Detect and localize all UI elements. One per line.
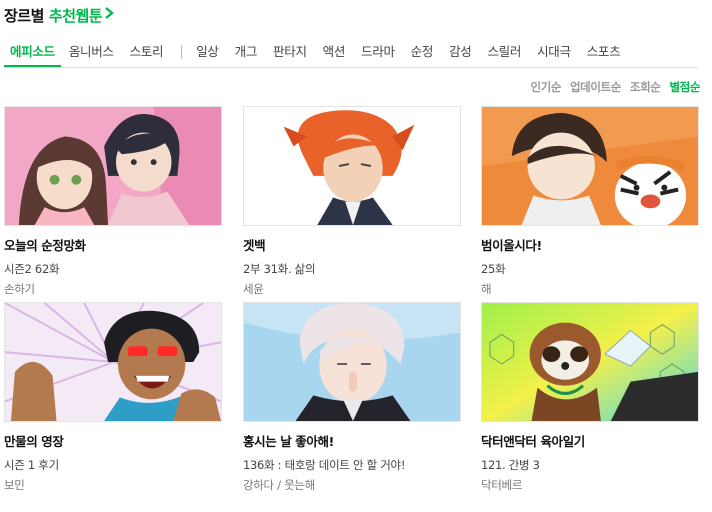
tab-sensibility[interactable]: 감성: [441, 36, 479, 67]
webtoon-author: 해: [481, 282, 492, 296]
section-title: 장르별: [4, 6, 44, 25]
webtoon-author: 보민: [4, 478, 25, 492]
webtoon-author: 닥터베르: [481, 478, 523, 492]
tab-action[interactable]: 액션: [315, 36, 353, 67]
tab-story[interactable]: 스토리: [122, 36, 172, 67]
tab-thriller[interactable]: 스릴러: [479, 36, 529, 67]
sort-options: 인기순 업데이트순 조회순 별점순: [521, 79, 700, 95]
tab-comedy[interactable]: 개그: [227, 36, 265, 67]
webtoon-thumbnail[interactable]: [4, 106, 222, 226]
tab-omnibus[interactable]: 옴니버스: [61, 36, 122, 67]
tab-daily[interactable]: 일상: [188, 36, 226, 67]
webtoon-thumbnail[interactable]: [243, 302, 461, 422]
webtoon-thumbnail[interactable]: [4, 302, 222, 422]
sort-popular[interactable]: 인기순: [530, 79, 561, 95]
webtoon-episode: 25화: [481, 262, 506, 276]
tab-sports[interactable]: 스포츠: [579, 36, 629, 67]
genre-tab-bar: 에피소드 옴니버스 스토리 일상 개그 판타지 액션 드라마 순정 감성 스릴러…: [4, 36, 698, 68]
webtoon-thumbnail[interactable]: [243, 106, 461, 226]
webtoon-episode: 2부 31화. 삶의: [243, 262, 316, 276]
recommend-webtoon-link[interactable]: 추천웹툰: [49, 5, 103, 26]
tab-drama[interactable]: 드라마: [353, 36, 403, 67]
webtoon-title[interactable]: 겟백: [243, 235, 461, 254]
webtoon-card[interactable]: 겟백 2부 31화. 삶의 세윤: [243, 106, 461, 297]
webtoon-card[interactable]: 홍시는 날 좋아해! 136화 : 태호랑 데이트 안 할 거야! 강하다 / …: [243, 302, 461, 493]
webtoon-title[interactable]: 범이올시다!: [481, 235, 699, 254]
webtoon-card[interactable]: 범이올시다! 25화 해: [481, 106, 699, 297]
chevron-right-icon[interactable]: [104, 6, 114, 24]
webtoon-title[interactable]: 닥터앤닥터 육아일기: [481, 431, 699, 450]
sort-updated[interactable]: 업데이트순: [570, 79, 621, 95]
webtoon-thumbnail[interactable]: [481, 106, 699, 226]
webtoon-title[interactable]: 홍시는 날 좋아해!: [243, 431, 461, 450]
sort-rating[interactable]: 별점순: [669, 79, 700, 95]
webtoon-episode: 121. 간병 3: [481, 458, 540, 472]
sort-views[interactable]: 조회순: [630, 79, 661, 95]
webtoon-episode: 136화 : 태호랑 데이트 안 할 거야!: [243, 458, 406, 472]
tab-episode[interactable]: 에피소드: [4, 36, 61, 67]
webtoon-title[interactable]: 오늘의 순정망화: [4, 235, 222, 254]
tab-romance[interactable]: 순정: [403, 36, 441, 67]
tab-divider: [181, 44, 183, 59]
webtoon-episode: 시즌 1 후기: [4, 458, 59, 472]
webtoon-card[interactable]: 오늘의 순정망화 시즌2 62화 손하기: [4, 106, 222, 297]
webtoon-episode: 시즌2 62화: [4, 262, 60, 276]
webtoon-author: 세윤: [243, 282, 264, 296]
section-header: 장르별 추천웹툰: [4, 3, 114, 27]
webtoon-card[interactable]: 닥터앤닥터 육아일기 121. 간병 3 닥터베르: [481, 302, 699, 493]
webtoon-author: 손하기: [4, 282, 35, 296]
webtoon-thumbnail[interactable]: [481, 302, 699, 422]
webtoon-author: 강하다 / 웃는해: [243, 478, 315, 492]
tab-historical[interactable]: 시대극: [529, 36, 579, 67]
webtoon-card[interactable]: 만물의 영장 시즌 1 후기 보민: [4, 302, 222, 493]
webtoon-title[interactable]: 만물의 영장: [4, 431, 222, 450]
tab-fantasy[interactable]: 판타지: [265, 36, 315, 67]
